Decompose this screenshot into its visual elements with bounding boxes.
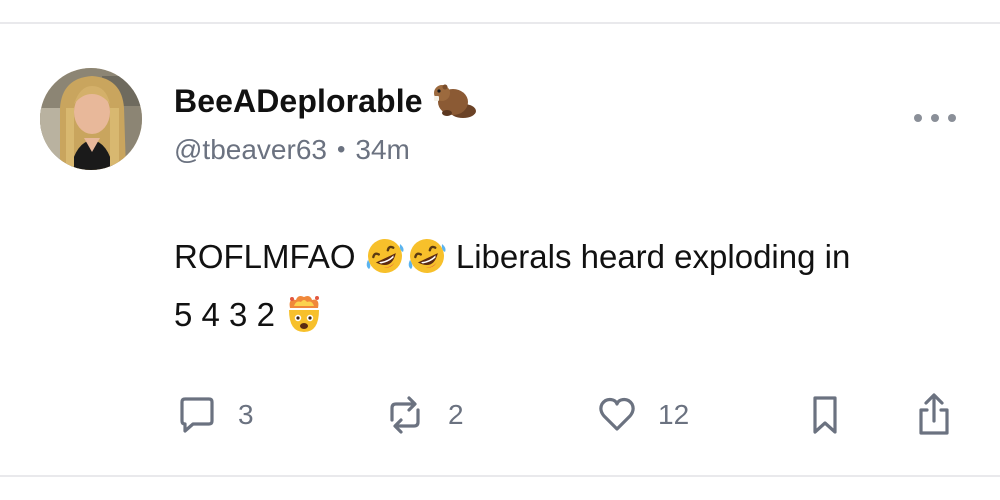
post-text-part: 5 4 3 2 [174, 296, 275, 333]
like-count: 12 [658, 399, 690, 430]
reply-icon [180, 397, 214, 433]
post-text-part: ROFLMFAO [174, 238, 356, 275]
display-name-text[interactable]: BeeADeplorable [174, 83, 423, 120]
post-meta: @tbeaver63 • 34m [174, 134, 410, 166]
bookmark-button[interactable] [808, 390, 842, 440]
rolling-on-floor-laughing-icon [365, 236, 405, 276]
post-card[interactable]: BeeADeplorable @tbeaver63 • 34m ROFLMFAO [0, 24, 1000, 475]
repost-count: 2 [448, 399, 464, 430]
bookmark-icon [813, 396, 837, 434]
more-dot-icon [948, 114, 956, 122]
repost-icon [390, 396, 420, 434]
more-dot-icon [914, 114, 922, 122]
like-button[interactable]: 12 [596, 390, 689, 440]
heart-icon [599, 397, 635, 431]
bottom-divider [0, 475, 1000, 477]
share-icon [919, 393, 949, 435]
post-body: ROFLMFAO Liberals heard exploding in 5 4… [174, 228, 954, 344]
repost-button[interactable]: 2 [382, 390, 464, 440]
more-dot-icon [931, 114, 939, 122]
exploding-head-icon [284, 294, 324, 334]
reply-count: 3 [238, 399, 254, 430]
beaver-icon [433, 82, 477, 120]
rolling-on-floor-laughing-icon [407, 236, 447, 276]
display-name[interactable]: BeeADeplorable [174, 82, 477, 120]
share-button[interactable] [914, 390, 954, 440]
post-timestamp[interactable]: 34m [355, 134, 409, 166]
user-handle[interactable]: @tbeaver63 [174, 134, 327, 166]
more-options-button[interactable] [914, 106, 956, 130]
meta-separator: • [336, 136, 346, 163]
avatar[interactable] [40, 68, 142, 170]
post-text-part: Liberals heard exploding in [455, 238, 851, 275]
post-actions: 3 2 12 [0, 390, 1000, 440]
reply-button[interactable]: 3 [176, 390, 254, 440]
